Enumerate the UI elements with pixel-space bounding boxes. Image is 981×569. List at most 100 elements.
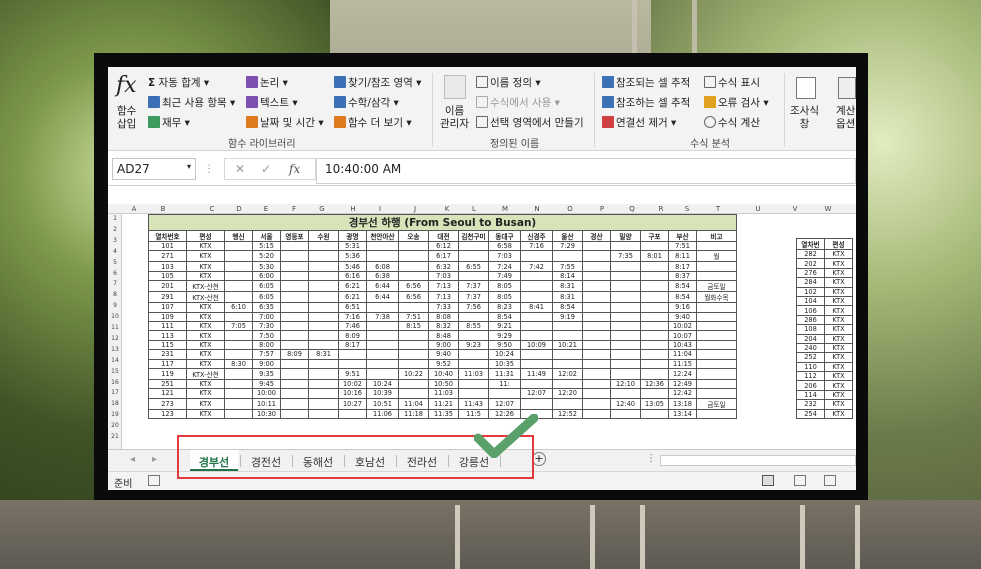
table-cell[interactable]: 10:27 <box>338 397 367 410</box>
table-cell[interactable] <box>224 378 253 390</box>
header-cell[interactable]: 천안아산 <box>366 230 399 242</box>
table-cell[interactable] <box>366 358 399 369</box>
table-cell[interactable] <box>224 250 253 263</box>
table-cell[interactable] <box>582 388 611 399</box>
row-header[interactable]: 11 <box>108 324 122 331</box>
table-cell[interactable] <box>224 291 253 304</box>
header-cell[interactable]: 동대구 <box>488 230 521 242</box>
horizontal-scrollbar[interactable] <box>660 455 856 466</box>
column-header[interactable]: B <box>157 205 169 213</box>
table-cell[interactable] <box>640 261 669 272</box>
table-cell[interactable]: 284 <box>796 277 825 288</box>
table-cell[interactable]: 8:48 <box>428 330 459 341</box>
table-cell[interactable] <box>640 302 669 313</box>
table-cell[interactable]: 5:20 <box>252 250 281 263</box>
macro-record-icon[interactable] <box>148 475 160 486</box>
table-cell[interactable]: 7:51 <box>398 311 429 322</box>
table-cell[interactable]: 11:18 <box>398 408 429 420</box>
table-cell[interactable] <box>696 339 737 351</box>
table-cell[interactable] <box>610 349 641 360</box>
table-cell[interactable]: 8:54 <box>552 302 583 313</box>
table-cell[interactable]: 104 <box>796 295 825 307</box>
table-cell[interactable]: 6:00 <box>252 270 281 282</box>
table-cell[interactable]: 11:06 <box>366 408 399 420</box>
table-cell[interactable]: 252 <box>796 352 825 363</box>
table-cell[interactable]: KTX <box>186 320 225 332</box>
table-cell[interactable] <box>696 270 737 282</box>
table-cell[interactable] <box>582 330 611 341</box>
table-cell[interactable] <box>582 240 611 252</box>
table-cell[interactable] <box>696 358 737 369</box>
table-cell[interactable]: 204 <box>796 333 825 344</box>
table-cell[interactable]: 7:00 <box>252 311 281 322</box>
table-cell[interactable]: 12:42 <box>668 388 697 399</box>
table-cell[interactable]: KTX <box>186 250 225 263</box>
table-cell[interactable]: KTX <box>824 295 853 307</box>
table-cell[interactable] <box>280 240 309 252</box>
table-cell[interactable]: 8:05 <box>488 280 521 293</box>
table-cell[interactable]: 9:50 <box>488 339 521 351</box>
table-cell[interactable] <box>610 291 641 304</box>
watch-window-button[interactable]: 조사식 창 <box>790 105 819 131</box>
table-cell[interactable]: 11:49 <box>520 367 553 380</box>
table-cell[interactable] <box>224 280 253 293</box>
table-cell[interactable]: 6:44 <box>366 291 399 304</box>
table-cell[interactable] <box>280 261 309 272</box>
table-cell[interactable] <box>224 367 253 380</box>
table-cell[interactable]: 8:01 <box>640 250 669 263</box>
table-cell[interactable] <box>520 349 553 360</box>
header-cell[interactable]: 대전 <box>428 230 459 242</box>
table-cell[interactable] <box>280 330 309 341</box>
table-cell[interactable]: 10:50 <box>428 378 459 390</box>
table-cell[interactable] <box>610 367 641 380</box>
table-cell[interactable]: 201 <box>148 280 187 293</box>
table-cell[interactable]: 9:29 <box>488 330 521 341</box>
use-in-formula-button[interactable]: 수식에서 사용 ▾ <box>476 95 560 110</box>
table-cell[interactable]: 6:38 <box>366 270 399 282</box>
table-cell[interactable] <box>696 330 737 341</box>
row-header[interactable]: 13 <box>108 346 122 353</box>
row-header[interactable]: 1 <box>108 215 122 222</box>
row-header[interactable]: 6 <box>108 270 122 277</box>
column-header[interactable]: A <box>128 205 140 213</box>
table-cell[interactable]: 8:17 <box>668 261 697 272</box>
table-cell[interactable]: 11:21 <box>428 397 459 410</box>
table-cell[interactable] <box>520 280 553 293</box>
row-header[interactable]: 21 <box>108 433 122 440</box>
table-cell[interactable]: 9:35 <box>252 367 281 380</box>
table-cell[interactable] <box>398 388 429 399</box>
table-cell[interactable] <box>610 240 641 252</box>
table-cell[interactable] <box>640 320 669 332</box>
table-cell[interactable]: KTX-산천 <box>186 291 225 304</box>
column-header[interactable]: P <box>596 205 608 213</box>
table-cell[interactable]: 7:50 <box>252 330 281 341</box>
sheet-title[interactable]: 경부선 하행 (From Seoul to Busan) <box>148 214 737 231</box>
table-cell[interactable]: 273 <box>148 397 187 410</box>
table-cell[interactable] <box>610 408 641 420</box>
table-cell[interactable] <box>640 367 669 380</box>
table-cell[interactable] <box>552 320 583 332</box>
table-cell[interactable] <box>398 378 429 390</box>
table-cell[interactable]: 10:43 <box>668 339 697 351</box>
table-cell[interactable] <box>640 388 669 399</box>
row-header[interactable]: 7 <box>108 280 122 287</box>
table-cell[interactable]: 202 <box>796 258 825 269</box>
table-cell[interactable] <box>582 320 611 332</box>
table-cell[interactable]: 9:40 <box>428 349 459 360</box>
table-cell[interactable]: 금토일 <box>696 397 737 410</box>
header-cell[interactable]: 광명 <box>338 230 367 242</box>
table-cell[interactable] <box>280 358 309 369</box>
table-cell[interactable] <box>582 261 611 272</box>
table-cell[interactable] <box>552 330 583 341</box>
table-cell[interactable] <box>610 388 641 399</box>
table-cell[interactable]: 286 <box>796 314 825 326</box>
row-header[interactable]: 9 <box>108 302 122 309</box>
table-cell[interactable] <box>366 330 399 341</box>
table-cell[interactable] <box>308 240 339 252</box>
table-cell[interactable] <box>582 339 611 351</box>
table-cell[interactable] <box>640 330 669 341</box>
header-cell[interactable]: 김천구미 <box>458 230 489 242</box>
column-header[interactable]: G <box>316 205 328 213</box>
table-cell[interactable] <box>308 367 339 380</box>
header-cell[interactable]: 편성 <box>824 238 853 250</box>
